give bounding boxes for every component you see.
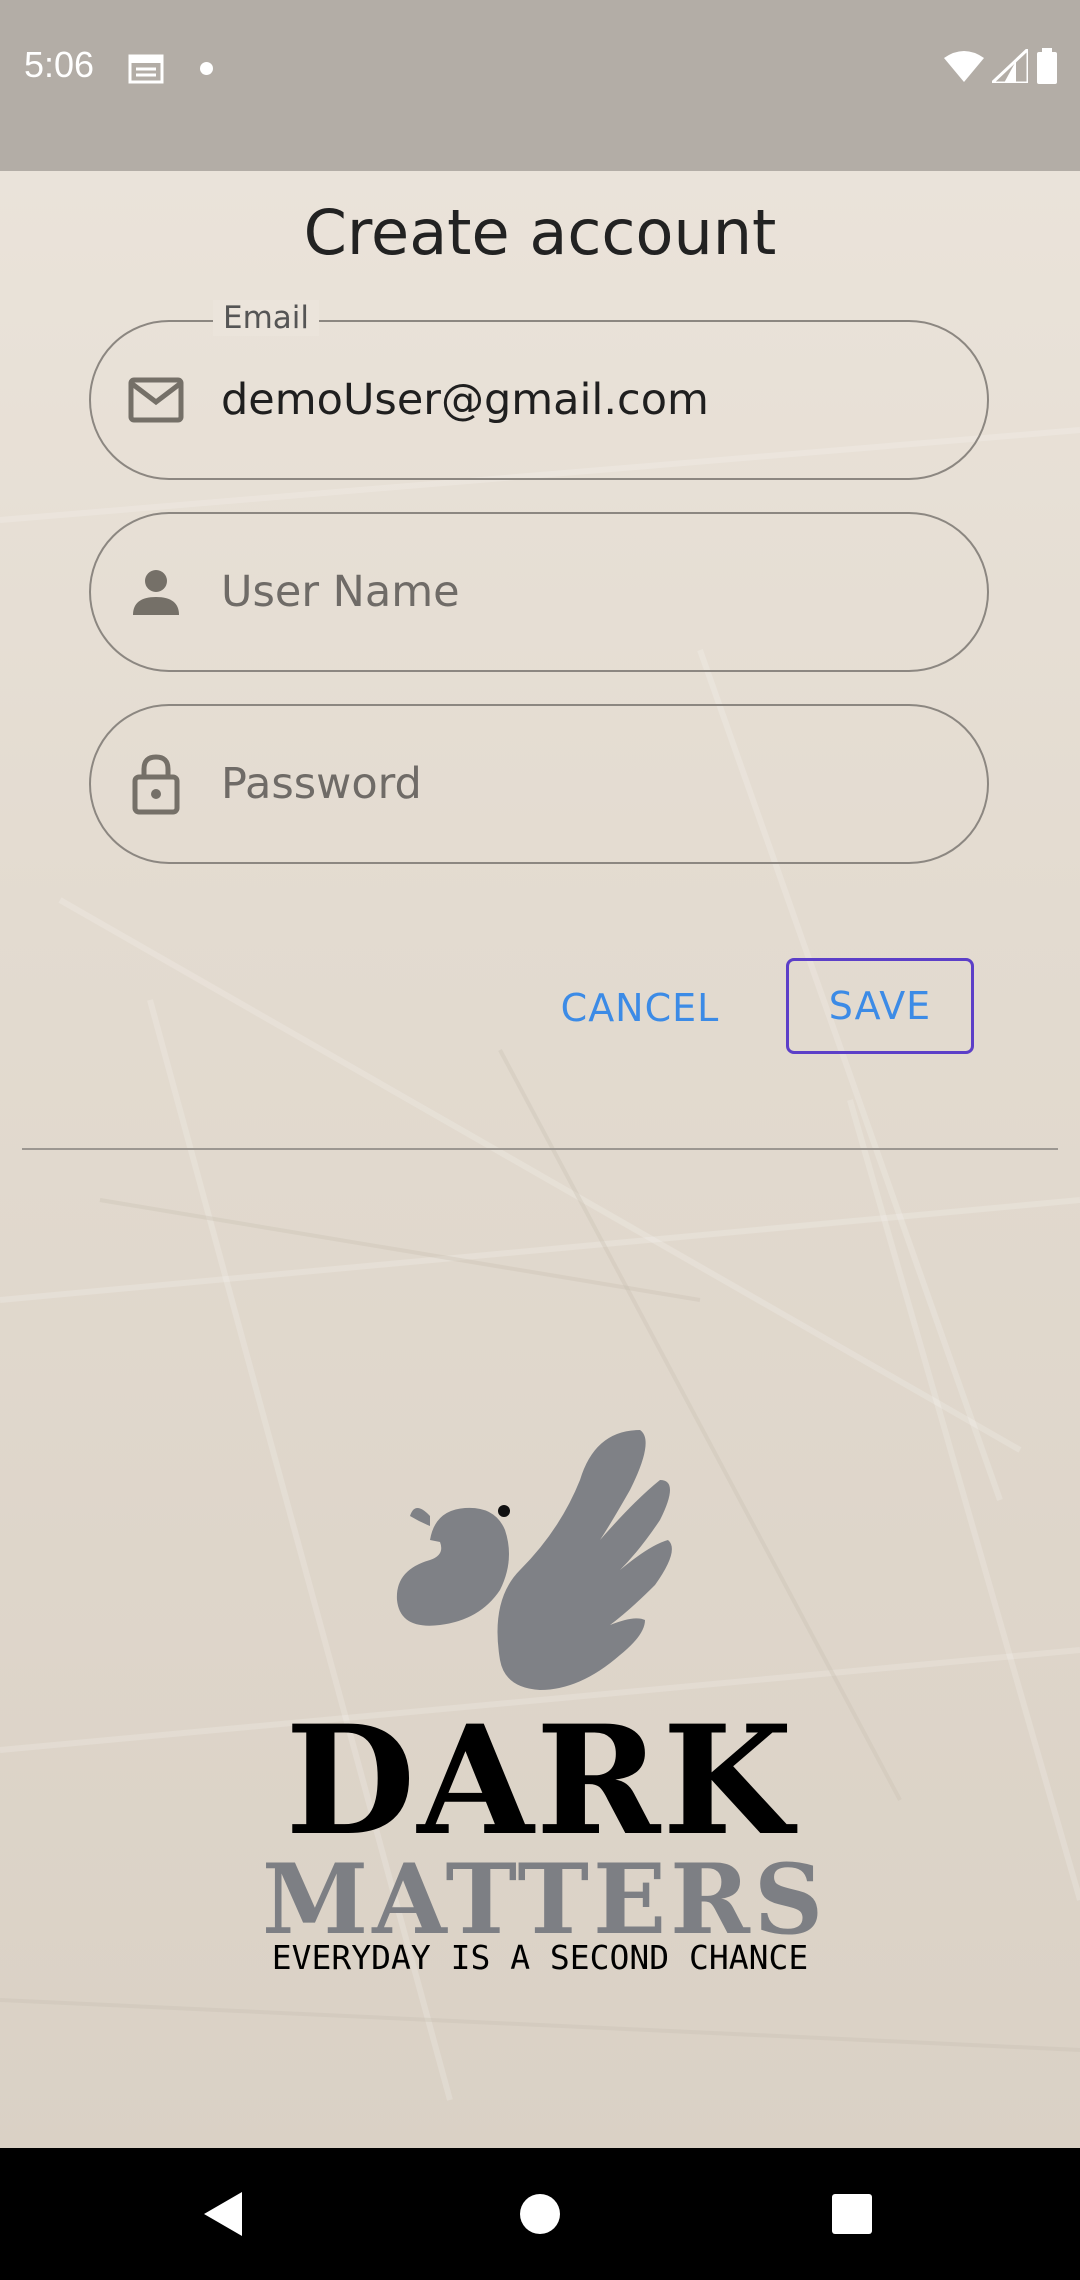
email-field-label: Email [213, 300, 320, 336]
username-field[interactable]: User Name [89, 512, 989, 672]
back-icon[interactable] [196, 2186, 252, 2242]
battery-icon [1037, 48, 1057, 84]
password-placeholder: Password [221, 759, 422, 809]
page-title: Create account [303, 196, 777, 269]
calendar-icon [128, 54, 164, 84]
dove-hand-logo-icon [396, 1430, 672, 1690]
email-value: demoUser@gmail.com [221, 375, 709, 425]
mail-icon [127, 371, 185, 429]
password-field[interactable]: Password [89, 704, 989, 864]
home-icon[interactable] [512, 2186, 568, 2242]
notification-dot-icon [200, 62, 213, 75]
signal-icon [992, 49, 1028, 83]
logo-dark-text: DARK [285, 1693, 795, 1869]
status-bar: 5:06 [0, 0, 1080, 171]
cancel-button[interactable]: CANCEL [540, 960, 740, 1056]
save-button[interactable]: SAVE [786, 958, 974, 1054]
wifi-icon [944, 51, 984, 82]
system-nav-bar [0, 2148, 1080, 2280]
logo-matters-text: MATTERS [262, 1843, 828, 1956]
recents-icon[interactable] [824, 2186, 880, 2242]
username-placeholder: User Name [221, 567, 460, 617]
person-icon [127, 563, 185, 621]
email-field[interactable]: Email demoUser@gmail.com [89, 300, 989, 480]
status-icons [944, 48, 1058, 84]
create-account-screen: 5:06 Create account Email demoUser@gmail… [0, 0, 1080, 2280]
divider [22, 1148, 1058, 1150]
logo-tagline: EVERYDAY IS A SECOND CHANCE [271, 1938, 809, 1977]
status-time: 5:06 [24, 44, 95, 85]
lock-icon [127, 754, 185, 815]
